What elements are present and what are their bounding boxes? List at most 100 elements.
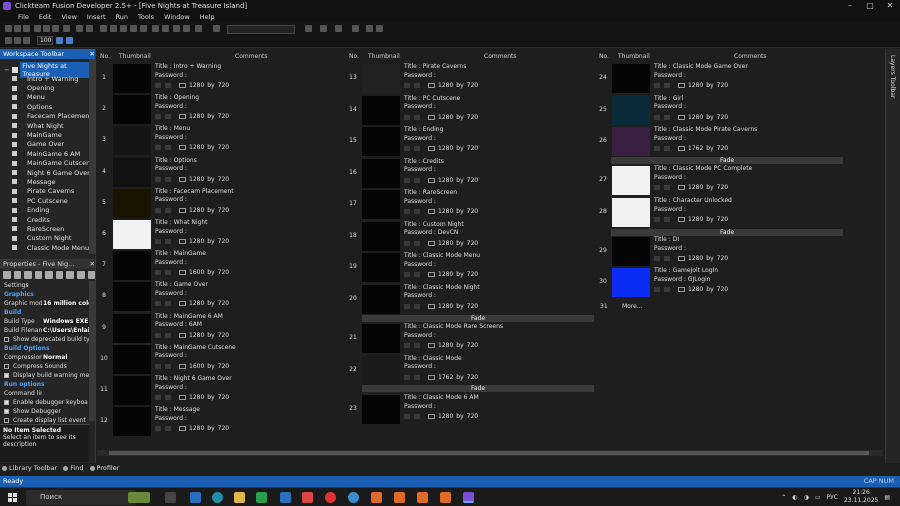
transition-in-icon[interactable] bbox=[404, 272, 410, 277]
checkbox[interactable] bbox=[4, 400, 9, 405]
checkbox[interactable] bbox=[4, 409, 9, 414]
transition-out-icon[interactable] bbox=[414, 83, 420, 88]
new-icon[interactable] bbox=[5, 25, 12, 32]
frame-title[interactable]: Classic Mode 6 AM bbox=[423, 394, 479, 401]
property-row[interactable]: Command lin bbox=[0, 389, 95, 398]
frame-title[interactable]: MainGame Cutscene bbox=[174, 344, 236, 351]
frame-thumbnail[interactable] bbox=[362, 324, 400, 353]
edge-icon[interactable] bbox=[212, 492, 223, 503]
frame-toggles[interactable] bbox=[155, 176, 171, 182]
tree-item[interactable]: Options bbox=[0, 102, 95, 111]
tree-item[interactable]: Classic Mode Menu bbox=[0, 243, 95, 252]
frame-thumbnail[interactable] bbox=[113, 376, 151, 405]
tab-profiler[interactable]: Profiler bbox=[89, 464, 119, 472]
frame-title[interactable]: RareScreen bbox=[423, 189, 457, 196]
tree-item[interactable]: Game Over bbox=[0, 140, 95, 149]
frame-title[interactable]: Girl bbox=[673, 95, 683, 102]
properties-scrollbar[interactable] bbox=[89, 281, 95, 421]
volume-icon[interactable]: ◑ bbox=[804, 494, 809, 501]
frame-toggles[interactable] bbox=[155, 114, 171, 120]
checkbox[interactable] bbox=[4, 364, 9, 369]
workspace-scrollbar[interactable] bbox=[89, 59, 95, 254]
tree-root[interactable]: − Five Nights at Treasure bbox=[0, 61, 95, 78]
frame-title[interactable]: Classic Mode Rare Screens bbox=[423, 323, 503, 330]
frame-toggles[interactable] bbox=[404, 272, 420, 277]
transition-out-icon[interactable] bbox=[664, 185, 670, 190]
frame-toggles[interactable] bbox=[654, 217, 670, 222]
run-application-icon[interactable] bbox=[140, 25, 147, 32]
open-icon[interactable] bbox=[14, 25, 21, 32]
transition-in-icon[interactable] bbox=[654, 83, 660, 88]
transition-out-icon[interactable] bbox=[165, 83, 171, 88]
frame-row[interactable]: 14 Title : PC Cutscene Password : 1280 by 72… bbox=[346, 95, 586, 126]
frame-size[interactable]: 1280 by 720 bbox=[678, 82, 728, 89]
tree-item[interactable]: What Night bbox=[0, 121, 95, 130]
panel-close-icon[interactable]: ✕ bbox=[90, 49, 95, 59]
yandex-browser-icon[interactable] bbox=[325, 492, 336, 503]
info-tab-icon[interactable] bbox=[87, 271, 96, 279]
redo-icon[interactable] bbox=[86, 25, 93, 32]
frame-thumbnail[interactable] bbox=[362, 95, 400, 125]
grid-toggle-icon[interactable] bbox=[5, 37, 12, 44]
transition-in-icon[interactable] bbox=[404, 114, 410, 120]
frame-toggles[interactable] bbox=[155, 145, 171, 151]
transition-out-icon[interactable] bbox=[664, 287, 670, 292]
frame-title[interactable]: Options bbox=[174, 157, 197, 164]
frame-thumbnail[interactable] bbox=[113, 188, 151, 218]
frame-thumbnail[interactable] bbox=[113, 407, 151, 437]
frame-password[interactable]: GJLogin bbox=[688, 276, 711, 283]
frame-toggles[interactable] bbox=[155, 426, 171, 432]
transition-in-icon[interactable] bbox=[654, 256, 660, 261]
frame-title[interactable]: Classic Mode Game Over bbox=[673, 63, 748, 70]
frame-editor-icon[interactable] bbox=[366, 25, 373, 32]
frame-size[interactable]: 1280 by 720 bbox=[179, 176, 229, 183]
frame-thumbnail[interactable] bbox=[113, 220, 151, 249]
explorer-icon[interactable] bbox=[234, 492, 245, 503]
transition-in-icon[interactable] bbox=[654, 146, 660, 151]
transition-out-icon[interactable] bbox=[414, 374, 420, 380]
frame-thumbnail[interactable] bbox=[362, 395, 400, 424]
frame-size[interactable]: 1280 by 720 bbox=[428, 342, 478, 349]
menu-item[interactable]: View bbox=[61, 13, 76, 21]
frame-toggles[interactable] bbox=[654, 256, 670, 261]
about-tab-icon[interactable] bbox=[55, 271, 64, 279]
frame-title[interactable]: Facecam Placement bbox=[174, 188, 234, 195]
frame-row[interactable]: 27 Title : Classic Mode PC Complete Passwo… bbox=[596, 165, 836, 196]
frame-size[interactable]: 1280 by 720 bbox=[179, 238, 229, 245]
transition-out-icon[interactable] bbox=[165, 332, 171, 338]
fade-transition[interactable]: Fade bbox=[362, 315, 594, 322]
frame-toggles[interactable] bbox=[404, 146, 420, 151]
frame-row[interactable]: 15 Title : Ending Password : 1280 by 720 bbox=[346, 126, 586, 157]
frame-title[interactable]: PC Cutscene bbox=[423, 95, 461, 102]
run-frame-icon[interactable] bbox=[130, 25, 137, 32]
frame-title[interactable]: Game Over bbox=[174, 281, 208, 288]
transition-in-icon[interactable] bbox=[155, 395, 161, 400]
mail-icon[interactable] bbox=[280, 492, 291, 503]
frame-thumbnail[interactable] bbox=[362, 284, 400, 314]
frame-size[interactable]: 1600 by 720 bbox=[179, 269, 229, 276]
frame-password[interactable]: 6AM bbox=[189, 321, 202, 328]
transition-in-icon[interactable] bbox=[404, 303, 410, 309]
frame-thumbnail[interactable] bbox=[612, 198, 650, 227]
copy-icon[interactable] bbox=[43, 25, 50, 32]
values-tab-icon[interactable] bbox=[34, 271, 43, 279]
frame-title[interactable]: Message bbox=[174, 406, 200, 413]
frame-size[interactable]: 1600 by 720 bbox=[179, 363, 229, 370]
transition-out-icon[interactable] bbox=[165, 207, 171, 213]
frame-row[interactable]: 6 Title : What Night Password : 1280 by 720 bbox=[97, 219, 337, 250]
frame-size[interactable]: 1280 by 720 bbox=[428, 271, 478, 278]
fade-transition[interactable]: Fade bbox=[611, 157, 843, 164]
frame-title[interactable]: Classic Mode Menu bbox=[423, 252, 480, 259]
tree-item[interactable]: Night 6 Game Over bbox=[0, 168, 95, 177]
column-header[interactable]: Thumbnail bbox=[119, 53, 151, 60]
transition-out-icon[interactable] bbox=[165, 114, 171, 120]
view-mode-icon[interactable] bbox=[66, 37, 73, 44]
frame-toggles[interactable] bbox=[654, 83, 670, 88]
property-value[interactable]: Normal bbox=[42, 354, 69, 361]
tab-library[interactable]: Library Toolbar bbox=[2, 464, 57, 472]
frame-row[interactable]: 19 Title : Classic Mode Menu Password : 12… bbox=[346, 252, 586, 283]
property-value[interactable]: C:\Users\Enlai bbox=[42, 327, 91, 334]
frame-row[interactable]: 16 Title : Credits Password : 1280 by 720 bbox=[346, 158, 586, 189]
window-tab-icon[interactable] bbox=[13, 271, 22, 279]
snap-toggle-icon[interactable] bbox=[14, 37, 21, 44]
